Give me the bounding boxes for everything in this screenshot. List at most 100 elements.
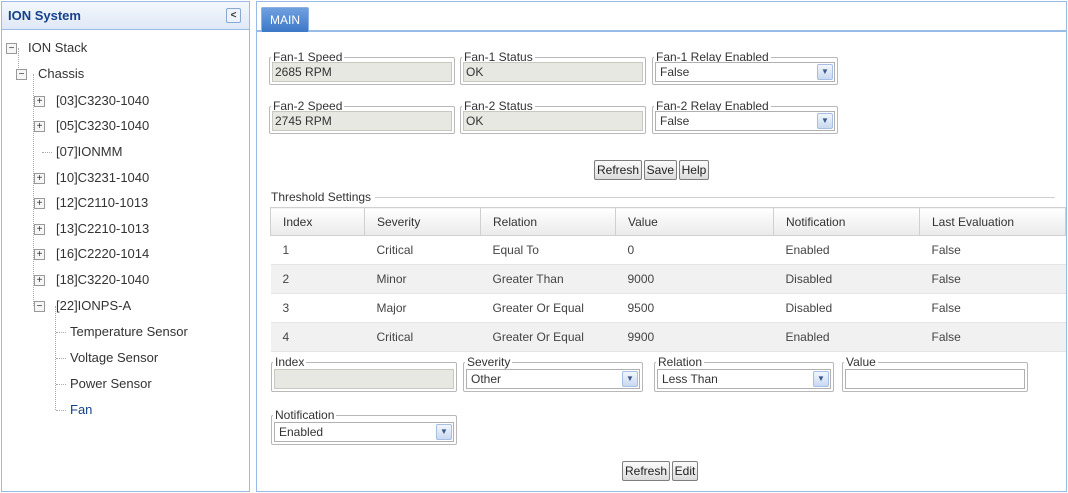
- tree-item-16-c2220-1014[interactable]: + [16]C2220-1014: [34, 244, 150, 264]
- table-row[interactable]: 1 Critical Equal To 0 Enabled False: [270, 235, 1066, 265]
- threshold-divider: [375, 197, 1055, 198]
- chevron-down-icon[interactable]: ▼: [622, 371, 638, 387]
- relation-field: Relation Less Than ▼: [654, 356, 834, 392]
- tree-item-07-ionmm[interactable]: [07]IONMM: [42, 142, 122, 162]
- column-header-last-evaluation[interactable]: Last Evaluation: [919, 207, 1066, 236]
- tree-item-label: Chassis: [38, 66, 85, 81]
- cell-notification: Disabled: [773, 293, 920, 323]
- tree-item-chassis[interactable]: − Chassis: [16, 64, 85, 84]
- cell-severity: Minor: [364, 264, 481, 294]
- tree-item-label: [10]C3231-1040: [56, 170, 150, 185]
- cell-severity: Critical: [364, 235, 481, 265]
- fan2-status-field: Fan-2 Status OK: [460, 100, 646, 134]
- fan1-relay-field: Fan-1 Relay Enabled False ▼: [652, 51, 838, 85]
- help-button[interactable]: Help: [678, 160, 710, 180]
- fan2-relay-select[interactable]: False ▼: [655, 111, 835, 131]
- index-input[interactable]: [274, 369, 454, 389]
- table-header-row: Index Severity Relation Value Notificati…: [270, 207, 1066, 236]
- fan1-status-value: OK: [463, 62, 643, 82]
- tree-collapse-icon[interactable]: −: [16, 69, 27, 80]
- tree-item-voltage-sensor[interactable]: Voltage Sensor: [56, 348, 159, 368]
- tree-item-22-ionps-a[interactable]: − [22]IONPS-A: [34, 296, 131, 316]
- tree-expand-icon[interactable]: +: [34, 96, 45, 107]
- fan1-relay-select[interactable]: False ▼: [655, 62, 835, 82]
- tree-item-10-c3231-1040[interactable]: + [10]C3231-1040: [34, 168, 150, 188]
- cell-value: 0: [615, 235, 774, 265]
- tree-item-label: ION Stack: [28, 40, 88, 55]
- chevron-down-icon[interactable]: ▼: [436, 424, 452, 440]
- tree-item-13-c2210-1013[interactable]: + [13]C2210-1013: [34, 219, 150, 239]
- index-field: Index: [271, 356, 457, 392]
- tree-item-label: [05]C3230-1040: [56, 118, 150, 133]
- table-row[interactable]: 3 Major Greater Or Equal 9500 Disabled F…: [270, 293, 1066, 323]
- refresh-button[interactable]: Refresh: [594, 160, 643, 180]
- table-row[interactable]: 2 Minor Greater Than 9000 Disabled False: [270, 264, 1066, 294]
- tree-connector-line: [56, 410, 66, 411]
- tree-expand-icon[interactable]: +: [34, 173, 45, 184]
- tree-expand-icon[interactable]: +: [34, 275, 45, 286]
- tree-item-05-c3230-1040[interactable]: + [05]C3230-1040: [34, 116, 150, 136]
- relation-value: Less Than: [662, 372, 718, 386]
- tab-main[interactable]: MAIN: [261, 7, 309, 32]
- cell-last-evaluation: False: [919, 235, 1066, 265]
- tree-collapse-icon[interactable]: −: [6, 43, 17, 54]
- cell-index: 3: [270, 293, 365, 323]
- fan2-relay-value: False: [660, 114, 690, 128]
- column-header-notification[interactable]: Notification: [773, 207, 920, 236]
- tree-expand-icon[interactable]: +: [34, 198, 45, 209]
- save-button[interactable]: Save: [643, 160, 678, 180]
- value-field: Value: [842, 356, 1028, 392]
- tree-item-label: [16]C2220-1014: [56, 246, 150, 261]
- tree-connector-line: [56, 358, 66, 359]
- notification-select[interactable]: Enabled ▼: [274, 422, 454, 442]
- fan2-speed-value: 2745 RPM: [272, 111, 452, 131]
- tree-item-temperature-sensor[interactable]: Temperature Sensor: [56, 322, 188, 342]
- fan1-relay-value: False: [660, 65, 690, 79]
- cell-severity: Critical: [364, 322, 481, 352]
- tree-item-fan[interactable]: Fan: [56, 400, 92, 420]
- tree-item-ion-stack[interactable]: − ION Stack: [6, 38, 88, 58]
- cell-relation: Equal To: [480, 235, 616, 265]
- tree-item-12-c2110-1013[interactable]: + [12]C2110-1013: [34, 193, 148, 213]
- tree-item-03-c3230-1040[interactable]: + [03]C3230-1040: [34, 91, 149, 111]
- threshold-table: Index Severity Relation Value Notificati…: [270, 207, 1066, 352]
- cell-notification: Enabled: [773, 322, 920, 352]
- cell-last-evaluation: False: [919, 264, 1066, 294]
- index-label: Index: [275, 355, 305, 369]
- column-header-severity[interactable]: Severity: [364, 207, 481, 236]
- collapse-panel-button[interactable]: <: [226, 8, 241, 23]
- tree-expand-icon[interactable]: +: [34, 121, 45, 132]
- severity-select[interactable]: Other ▼: [466, 369, 640, 389]
- column-header-relation[interactable]: Relation: [480, 207, 616, 236]
- tree-header: ION System <: [2, 2, 249, 30]
- fan1-speed-field: Fan-1 Speed 2685 RPM: [269, 51, 455, 85]
- refresh-form-button[interactable]: Refresh: [622, 461, 671, 481]
- tree-item-18-c3220-1040[interactable]: + [18]C3220-1040: [34, 270, 149, 290]
- edit-button[interactable]: Edit: [671, 461, 699, 481]
- tree-item-label: Power Sensor: [70, 376, 152, 391]
- chevron-down-icon[interactable]: ▼: [813, 371, 829, 387]
- tree-item-label: [13]C2210-1013: [56, 221, 150, 236]
- cell-notification: Disabled: [773, 264, 920, 294]
- tree-expand-icon[interactable]: +: [34, 249, 45, 260]
- fan2-speed-field: Fan-2 Speed 2745 RPM: [269, 100, 455, 134]
- table-row[interactable]: 4 Critical Greater Or Equal 9900 Enabled…: [270, 322, 1066, 352]
- tree-collapse-icon[interactable]: −: [34, 301, 45, 312]
- tree-item-power-sensor[interactable]: Power Sensor: [56, 374, 152, 394]
- form-button-group: Refresh Edit: [622, 461, 699, 481]
- chevron-down-icon[interactable]: ▼: [817, 113, 833, 129]
- severity-label: Severity: [467, 355, 511, 369]
- relation-select[interactable]: Less Than ▼: [657, 369, 831, 389]
- tree-item-label: Voltage Sensor: [70, 350, 159, 365]
- threshold-settings-title: Threshold Settings: [271, 190, 372, 204]
- tree-expand-icon[interactable]: +: [34, 224, 45, 235]
- cell-index: 2: [270, 264, 365, 294]
- chevron-down-icon[interactable]: ▼: [817, 64, 833, 80]
- cell-value: 9000: [615, 264, 774, 294]
- notification-field: Notification Enabled ▼: [271, 409, 457, 445]
- column-header-index[interactable]: Index: [270, 207, 365, 236]
- value-input[interactable]: [845, 369, 1025, 389]
- column-header-value[interactable]: Value: [615, 207, 774, 236]
- notification-label: Notification: [275, 408, 335, 422]
- fan2-relay-field: Fan-2 Relay Enabled False ▼: [652, 100, 838, 134]
